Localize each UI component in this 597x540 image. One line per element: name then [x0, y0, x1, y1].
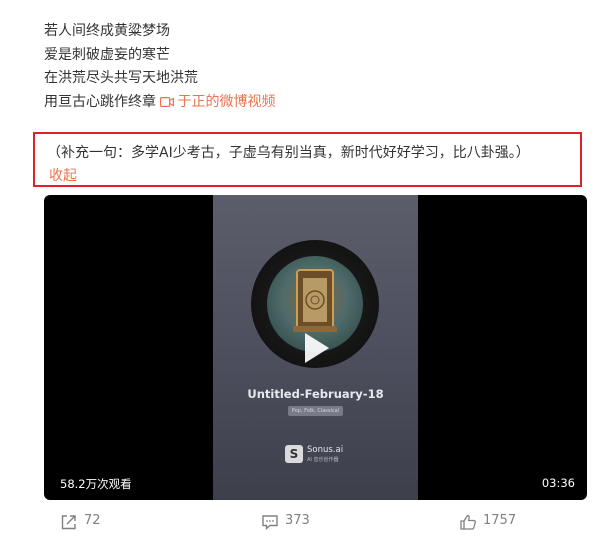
- poem-line: 若人间终成黄粱梦场: [44, 23, 170, 39]
- poem-line-text: 用亘古心跳作终章: [44, 93, 156, 110]
- genre-tag: Pop, Folk, Classical: [288, 406, 343, 416]
- share-count: 72: [84, 513, 101, 528]
- post-text: 若人间终成黄粱梦场 爱是刺破虚妄的寒芒 在洪荒尽头共写天地洪荒 用亘古心跳作终章…: [44, 20, 275, 114]
- comment-icon: [262, 515, 278, 531]
- video-player[interactable]: Untitled-February-18 Pop, Folk, Classica…: [44, 195, 587, 500]
- collapse-link[interactable]: 收起: [49, 165, 77, 185]
- play-icon[interactable]: [295, 329, 333, 367]
- highlighted-note: （补充一句：多学AI少考古，子虚乌有别当真，新时代好好学习，比八卦强。） 收起: [33, 132, 582, 187]
- weibo-video-link[interactable]: 于正的微博视频: [160, 94, 275, 110]
- poem-line-last: 用亘古心跳作终章 于正的微博视频: [44, 91, 275, 115]
- action-bar: 72 373 1757: [0, 510, 597, 534]
- sonus-logo: S: [285, 445, 303, 463]
- like-count: 1757: [483, 513, 517, 528]
- thumbs-up-icon: [460, 514, 476, 530]
- poem-line: 在洪荒尽头共写天地洪荒: [44, 70, 198, 86]
- track-title: Untitled-February-18: [247, 387, 384, 401]
- view-count: 58.2万次观看: [60, 477, 132, 491]
- comment-count: 373: [285, 513, 310, 528]
- app-subtitle: AI 音乐创作器: [307, 457, 339, 463]
- app-name: Sonus.ai: [307, 445, 344, 455]
- video-cover: Untitled-February-18 Pop, Folk, Classica…: [213, 195, 418, 500]
- camera-icon: [160, 96, 175, 107]
- share-icon: [61, 515, 76, 530]
- note-text: （补充一句：多学AI少考古，子虚乌有别当真，新时代好好学习，比八卦强。）: [47, 145, 530, 161]
- weibo-video-link-label: 于正的微博视频: [177, 93, 276, 110]
- video-duration: 03:36: [541, 476, 575, 490]
- poem-line: 爱是刺破虚妄的寒芒: [44, 46, 170, 63]
